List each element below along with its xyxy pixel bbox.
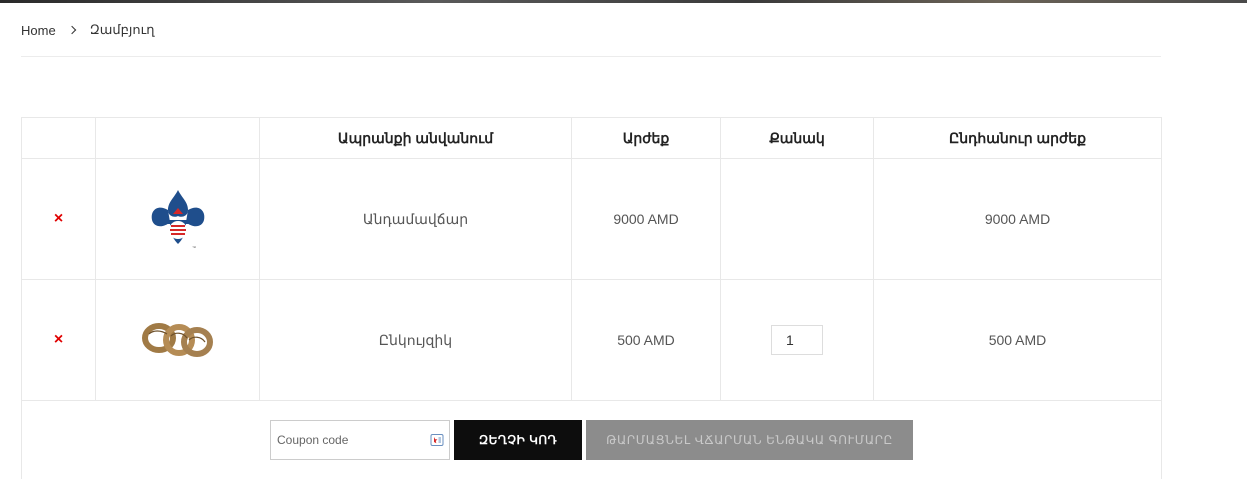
subtotal-cell: 9000 AMD (874, 159, 1162, 280)
header-remove (22, 118, 96, 159)
table-row: × ™ Անդամավճար 9000 AMD (22, 159, 1162, 280)
remove-item-icon[interactable]: × (54, 331, 63, 349)
subtotal-cell: 500 AMD (874, 280, 1162, 401)
remove-item-icon[interactable]: × (54, 210, 63, 228)
thumbnail-cell (96, 280, 260, 401)
breadcrumb: Home Զամբյուղ (21, 20, 155, 40)
cart-actions: ԶԵՂՉԻ ԿՈԴ ԹԱՐՄԱՑՆԵԼ ՎՃԱՐՄԱՆ ԵՆԹԱԿԱ ԳՈՒՄԱ… (22, 420, 1161, 460)
quantity-input[interactable] (771, 325, 823, 355)
product-name-cell: Ընկույզիկ (260, 280, 572, 401)
cart-table: Ապրանքի անվանում Արժեք Քանակ Ընդհանուր ա… (21, 117, 1162, 479)
header-subtotal: Ընդհանուր արժեք (874, 118, 1162, 159)
breadcrumb-current: Զամբյուղ (90, 22, 155, 38)
header-thumbnail (96, 118, 260, 159)
header-product-name: Ապրանքի անվանում (260, 118, 572, 159)
update-cart-button[interactable]: ԹԱՐՄԱՑՆԵԼ ՎՃԱՐՄԱՆ ԵՆԹԱԿԱ ԳՈՒՄԱՐԸ (586, 420, 913, 460)
price-cell: 9000 AMD (572, 159, 721, 280)
price-cell: 500 AMD (572, 280, 721, 401)
coupon-field-wrapper (270, 420, 450, 460)
remove-cell: × (22, 280, 96, 401)
breadcrumb-home-link[interactable]: Home (21, 23, 56, 38)
woggle-rings-icon[interactable] (141, 316, 215, 362)
thumbnail-cell: ™ (96, 159, 260, 280)
table-header-row: Ապրանքի անվանում Արժեք Քանակ Ընդհանուր ա… (22, 118, 1162, 159)
cart-actions-cell: ԶԵՂՉԻ ԿՈԴ ԹԱՐՄԱՑՆԵԼ ՎՃԱՐՄԱՆ ԵՆԹԱԿԱ ԳՈՒՄԱ… (22, 401, 1162, 479)
cart-actions-row: ԶԵՂՉԻ ԿՈԴ ԹԱՐՄԱՑՆԵԼ ՎՃԱՐՄԱՆ ԵՆԹԱԿԱ ԳՈՒՄԱ… (22, 401, 1162, 479)
scout-emblem-icon[interactable]: ™ (148, 186, 208, 250)
quantity-cell (721, 159, 874, 280)
remove-cell: × (22, 159, 96, 280)
table-row: × Ընկույզիկ 500 AMD 500 AMD (22, 280, 1162, 401)
divider (21, 56, 1161, 57)
apply-coupon-button[interactable]: ԶԵՂՉԻ ԿՈԴ (454, 420, 582, 460)
product-name-link[interactable]: Ընկույզիկ (379, 332, 452, 348)
header-quantity: Քանակ (721, 118, 874, 159)
quantity-cell (721, 280, 874, 401)
product-name-link[interactable]: Անդամավճար (363, 211, 468, 227)
svg-text:™: ™ (192, 245, 196, 250)
top-banner-strip (0, 0, 1247, 3)
header-price: Արժեք (572, 118, 721, 159)
coupon-code-input[interactable] (270, 420, 450, 460)
autofill-card-icon[interactable] (430, 433, 444, 447)
product-name-cell: Անդամավճար (260, 159, 572, 280)
chevron-right-icon (68, 23, 78, 37)
